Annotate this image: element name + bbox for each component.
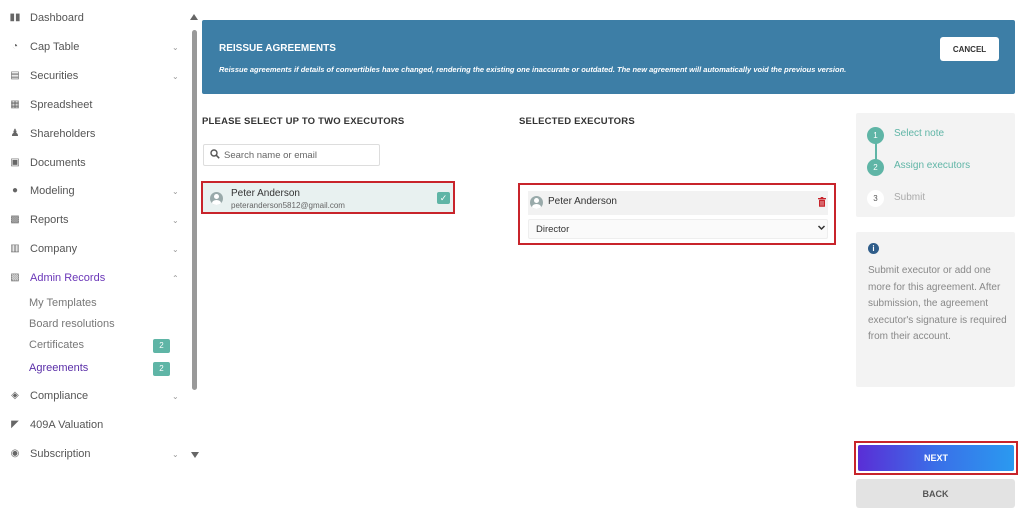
next-button[interactable]: NEXT [854,441,1018,475]
step-label-assign-executors: Assign executors [894,160,971,171]
sidebar-subitem-board-resolutions[interactable]: Board resolutions [29,318,115,330]
sidebar-subitem-certificates[interactable]: Certificates [29,339,84,351]
executor-option-card[interactable]: Peter Anderson peteranderson5812@gmail.c… [201,181,455,214]
sidebar-item-label: Company [30,243,78,255]
step-label-select-note: Select note [894,128,945,139]
sidebar-item-subscription[interactable]: ◉ Subscription ⌄ [0,440,190,468]
chevron-down-icon [817,223,826,234]
chevron-down-icon: ⌄ [172,244,179,254]
sidebar-item-modeling[interactable]: ● Modeling ⌄ [0,177,190,205]
chevron-up-icon: ⌃ [172,273,179,283]
document-icon: ▤ [10,70,20,81]
sidebar-item-admin-records[interactable]: ▧ Admin Records ⌃ [0,264,190,292]
back-button[interactable]: BACK [856,479,1015,508]
select-executors-title: PLEASE SELECT UP TO TWO EXECUTORS [202,116,405,127]
search-input[interactable] [224,147,374,163]
sidebar-item-reports[interactable]: ▩ Reports ⌄ [0,206,190,234]
pie-chart-icon: ◔ [11,41,19,52]
sidebar-item-label: Modeling [30,185,75,197]
selected-executor-header: Peter Anderson [528,191,828,215]
selected-executors-title: SELECTED EXECUTORS [519,116,635,127]
chevron-down-icon: ⌄ [172,186,179,196]
selected-executor-name: Peter Anderson [548,196,617,207]
info-text: Submit executor or add one more for this… [868,265,1007,342]
executor-checkbox[interactable]: ✓ [437,192,450,204]
sidebar-item-label: Subscription [30,448,91,460]
sidebar-item-dashboard[interactable]: ▮▮ Dashboard [0,4,190,32]
sidebar-item-label: Spreadsheet [30,99,93,111]
sidebar-item-409a-valuation[interactable]: ◤ 409A Valuation [0,411,190,439]
folder-icon: ▣ [10,157,20,168]
count-badge: 2 [153,362,170,376]
admin-icon: ▧ [10,272,20,283]
report-icon: ▩ [10,214,20,225]
sidebar-item-label: Cap Table [30,41,80,53]
avatar-icon [210,192,223,205]
dashboard-icon: ▮▮ [9,12,21,23]
sidebar-item-label: Reports [30,214,69,226]
chevron-down-icon: ⌄ [172,391,179,401]
chevron-down-icon: ⌄ [172,215,179,225]
role-dropdown[interactable]: Director [528,219,828,239]
step-number-3: 3 [867,190,884,207]
info-icon: i [868,243,879,254]
role-dropdown-value: Director [536,224,570,235]
scroll-up-arrow-icon[interactable] [190,14,198,20]
banner-description: Reissue agreements if details of convert… [219,65,847,74]
search-icon [210,149,220,162]
scrollbar-thumb[interactable] [192,30,197,390]
shield-icon: ◈ [11,390,19,401]
progress-stepper: 1 Select note 2 Assign executors 3 Submi… [856,113,1015,217]
sidebar-item-label: Shareholders [30,128,96,140]
step-number-2: 2 [867,159,884,176]
user-icon: ♟ [10,128,20,139]
next-button-label: NEXT [858,445,1014,471]
sidebar-item-label: 409A Valuation [30,419,104,431]
building-icon: ▥ [10,243,20,254]
selected-executor-card: Peter Anderson Director [518,183,836,245]
search-box[interactable] [203,144,380,166]
sidebar-item-cap-table[interactable]: ◔ Cap Table ⌄ [0,33,190,61]
chevron-down-icon: ⌄ [172,42,179,52]
avatar-icon [530,196,543,209]
bulb-icon: ● [11,185,19,196]
sidebar-item-label: Admin Records [30,272,106,284]
count-badge: 2 [153,339,170,353]
sidebar-item-label: Dashboard [30,12,84,24]
sidebar-item-company[interactable]: ▥ Company ⌄ [0,235,190,263]
sidebar-item-spreadsheet[interactable]: ▦ Spreadsheet [0,91,190,119]
sidebar-subitem-my-templates[interactable]: My Templates [29,297,97,309]
step-label-submit: Submit [894,192,926,203]
chevron-down-icon: ⌄ [172,449,179,459]
check-icon: ✓ [439,193,448,203]
scroll-down-arrow-icon[interactable] [191,452,199,458]
sidebar-item-label: Securities [30,70,79,82]
trash-icon[interactable] [818,197,826,207]
sidebar-item-securities[interactable]: ▤ Securities ⌄ [0,62,190,90]
sidebar-item-compliance[interactable]: ◈ Compliance ⌄ [0,382,190,410]
banner-title: REISSUE AGREEMENTS [219,43,336,54]
cancel-button[interactable]: CANCEL [940,37,999,61]
chevron-down-icon: ⌄ [172,71,179,81]
sidebar-subitem-agreements[interactable]: Agreements [29,362,88,374]
sidebar-item-label: Compliance [30,390,89,402]
sidebar-item-label: Documents [30,157,86,169]
valuation-icon: ◤ [11,419,19,430]
step-number-1: 1 [867,127,884,144]
info-panel: i Submit executor or add one more for th… [856,232,1015,387]
sidebar: ▮▮ Dashboard ◔ Cap Table ⌄ ▤ Securities … [0,0,190,524]
spreadsheet-icon: ▦ [10,99,20,110]
executor-email: peteranderson5812@gmail.com [231,201,345,210]
dollar-icon: ◉ [10,448,20,459]
executor-name: Peter Anderson [231,188,300,199]
sidebar-item-documents[interactable]: ▣ Documents [0,149,190,177]
reissue-banner: REISSUE AGREEMENTS Reissue agreements if… [202,20,1015,94]
sidebar-item-shareholders[interactable]: ♟ Shareholders [0,120,190,148]
